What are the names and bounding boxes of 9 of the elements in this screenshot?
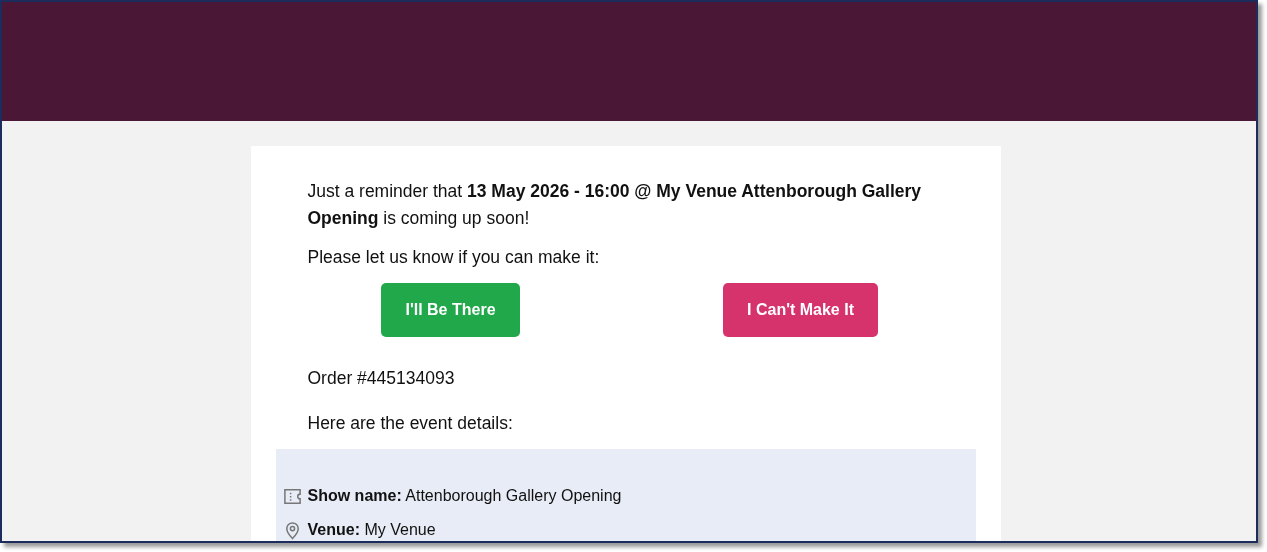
detail-text: Venue: My Venue [307,521,436,539]
accept-button[interactable]: I'll Be There [381,283,520,337]
decline-button[interactable]: I Can't Make It [723,283,878,337]
reminder-text: Just a reminder that 13 May 2026 - 16:00 @ My Venue Attenborough Gallery Opening is coming up soon! [307,180,923,230]
order-number: Order #445134093 [307,367,456,390]
prompt-text: Please let us know if you can make it: [307,246,601,269]
detail-text: Show name: Attenborough Gallery Opening [307,487,622,505]
ticket-icon [282,486,302,506]
details-intro: Here are the event details: [307,412,514,435]
